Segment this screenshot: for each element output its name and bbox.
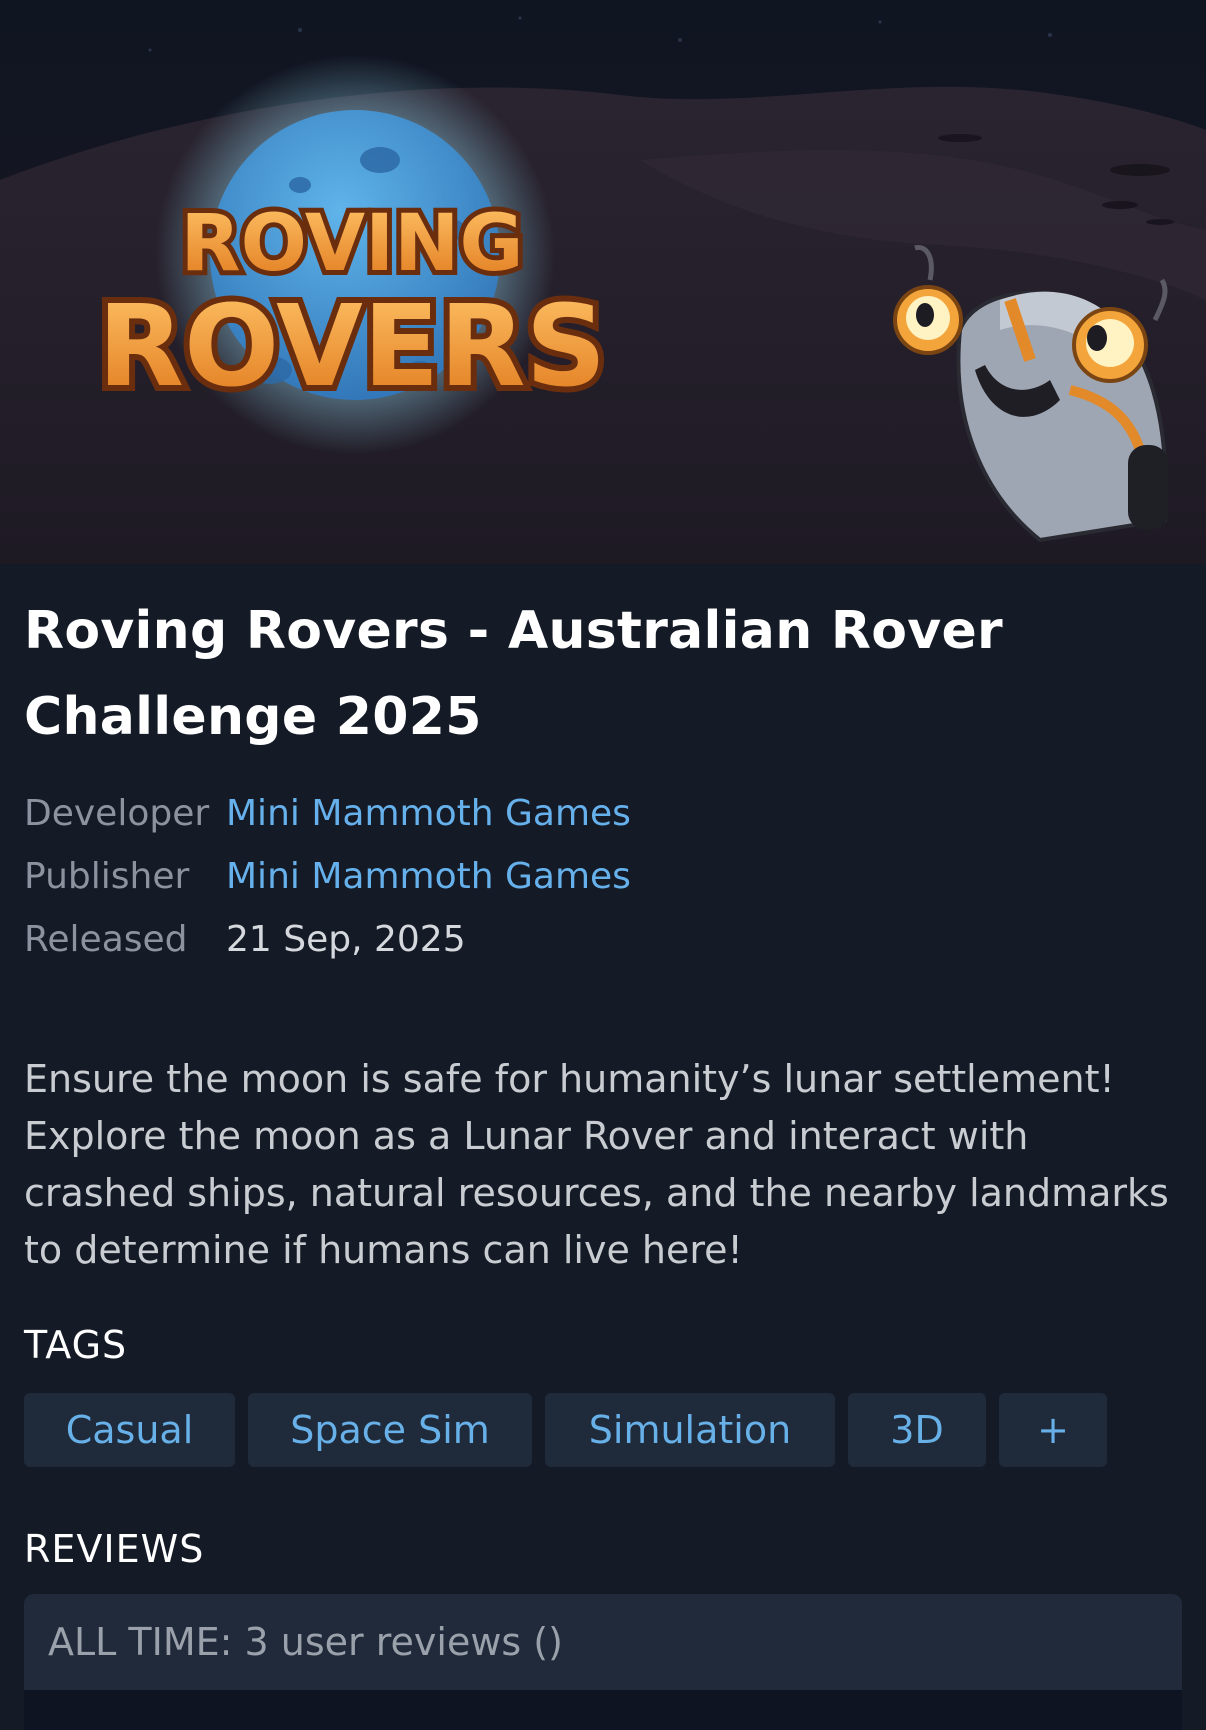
reviews-summary[interactable]: ALL TIME: 3 user reviews () — [24, 1594, 1182, 1690]
tag-space-sim[interactable]: Space Sim — [248, 1393, 532, 1467]
developer-link[interactable]: Mini Mammoth Games — [226, 793, 631, 834]
tag-casual[interactable]: Casual — [24, 1393, 235, 1467]
release-date: 21 Sep, 2025 — [226, 919, 466, 960]
released-row: Released 21 Sep, 2025 — [24, 908, 1182, 971]
hero-banner: ROVING ROVING ROVERS ROVERS — [0, 0, 1206, 564]
reviews-heading: REVIEWS — [24, 1527, 205, 1571]
game-details: Roving Rovers - Australian Rover Challen… — [24, 564, 1182, 1730]
publisher-label: Publisher — [24, 856, 190, 897]
all-time-reviews: ALL TIME: 3 user reviews () — [48, 1620, 563, 1664]
publisher-link[interactable]: Mini Mammoth Games — [226, 856, 631, 897]
developer-label: Developer — [24, 793, 210, 834]
tag-simulation[interactable]: Simulation — [545, 1393, 835, 1467]
developer-row: Developer Mini Mammoth Games — [24, 782, 1182, 845]
more-tags-button[interactable]: + — [999, 1393, 1107, 1467]
reviews-panel — [24, 1690, 1182, 1730]
released-label: Released — [24, 919, 188, 960]
game-description: Ensure the moon is safe for humanity’s l… — [24, 1057, 1169, 1272]
game-meta: Developer Mini Mammoth Games Publisher M… — [24, 782, 1182, 971]
tag-3d[interactable]: 3D — [848, 1393, 986, 1467]
tags-heading: TAGS — [24, 1323, 128, 1367]
publisher-row: Publisher Mini Mammoth Games — [24, 845, 1182, 908]
svg-text:ROVING: ROVING — [181, 199, 524, 289]
hero-artwork: ROVING ROVING ROVERS ROVERS — [0, 0, 1206, 564]
svg-text:ROVERS: ROVERS — [98, 282, 607, 412]
game-title: Roving Rovers - Australian Rover Challen… — [24, 601, 1003, 747]
tags-list: Casual Space Sim Simulation 3D + — [24, 1393, 1182, 1467]
